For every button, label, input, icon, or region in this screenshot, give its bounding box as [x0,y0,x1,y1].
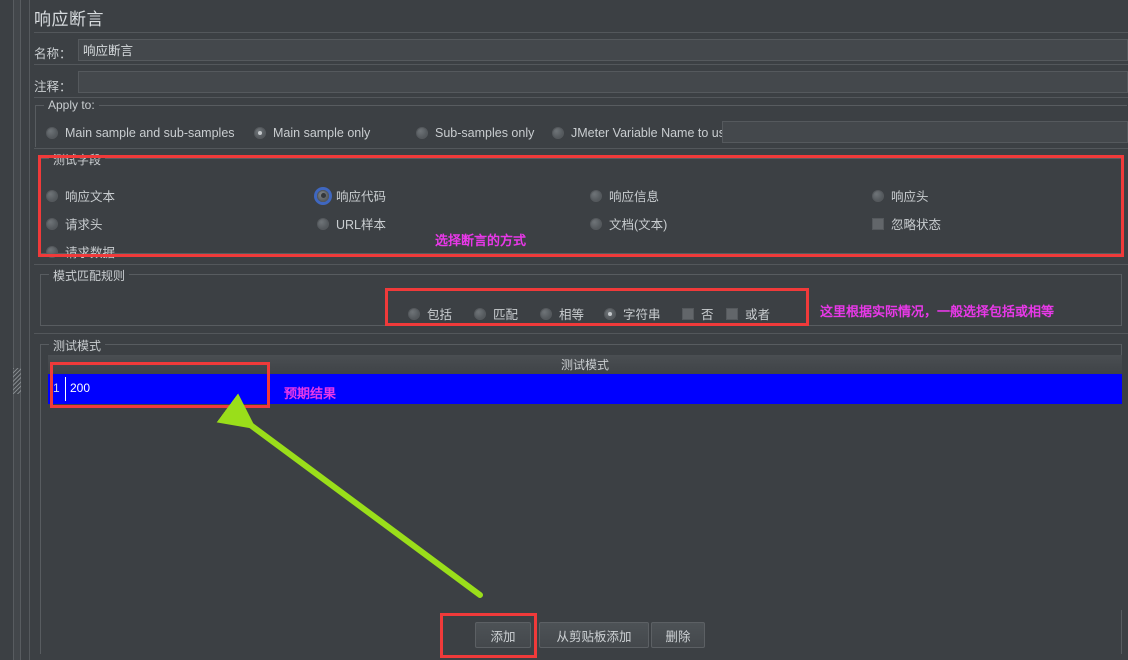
option-label: 文档(文本) [609,218,668,232]
option-label: 请求数据 [65,246,116,260]
option-label: 或者 [745,308,771,322]
option-label: 请求头 [65,218,103,232]
option-label: 相等 [559,308,585,322]
splitter-line-mid [20,0,21,660]
title-divider [34,32,1128,33]
radio-main-sample-only[interactable]: Main sample only [254,126,370,140]
radio-indicator [872,189,884,202]
comment-input[interactable] [78,71,1128,93]
pattern-rules-divider [34,333,1128,334]
page-title: 响应断言 [34,10,104,29]
comment-label: 注释： [34,80,72,94]
checkbox-indicator [726,307,738,320]
radio-indicator [46,127,58,139]
option-label: JMeter Variable Name to use [571,126,732,140]
splitter-line-left [13,0,14,660]
radio-indicator [540,307,552,320]
delete-button[interactable]: 删除 [651,622,705,648]
option-label: 响应文本 [65,190,116,204]
radio-indicator [604,307,616,320]
radio-substring[interactable]: 字符串 [604,304,661,323]
option-label: 包括 [427,308,453,322]
radio-indicator [590,189,602,202]
checkbox-indicator [682,307,694,320]
radio-indicator [416,127,428,139]
test-field-group: 测试字段 [40,151,1122,254]
test-field-divider [34,264,1128,265]
vertical-splitter[interactable] [0,0,34,660]
radio-indicator [408,307,420,320]
annotation-pattern-rule-hint: 这里根据实际情况，一般选择包括或相等 [820,304,1055,319]
checkbox-or[interactable]: 或者 [726,304,770,323]
jmeter-variable-name-input[interactable] [722,121,1128,143]
radio-sub-samples-only[interactable]: Sub-samples only [416,126,534,140]
option-label: URL样本 [336,218,387,232]
radio-main-sample-and-sub-samples[interactable]: Main sample and sub-samples [46,126,235,140]
radio-document-text[interactable]: 文档(文本) [590,214,667,233]
splitter-line-right [29,0,30,660]
annotation-expected-result: 预期结果 [284,386,337,401]
radio-indicator [46,245,58,258]
checkbox-not[interactable]: 否 [682,304,714,323]
radio-request-data[interactable]: 请求数据 [46,242,115,261]
add-button[interactable]: 添加 [475,622,531,648]
radio-response-code[interactable]: 响应代码 [317,186,386,205]
radio-indicator [254,127,266,139]
name-divider [34,64,1128,65]
test-patterns-legend: 测试模式 [49,337,106,354]
radio-jmeter-variable-name-to-use[interactable]: JMeter Variable Name to use [552,126,732,140]
checkbox-indicator [872,217,884,230]
radio-contains[interactable]: 包括 [408,304,452,323]
add-from-clipboard-button[interactable]: 从剪贴板添加 [539,622,649,648]
radio-indicator [317,217,329,230]
table-cell-value[interactable]: 200 [70,381,90,395]
radio-indicator [46,217,58,230]
test-field-legend: 测试字段 [49,151,106,168]
radio-indicator [474,307,486,320]
option-label: Sub-samples only [435,126,535,140]
annotation-select-assertion-method: 选择断言的方式 [435,233,527,248]
radio-response-text[interactable]: 响应文本 [46,186,115,205]
radio-indicator [46,189,58,202]
option-label: Main sample only [273,126,371,140]
name-label: 名称： [34,47,72,61]
option-label: 忽略状态 [891,218,942,232]
test-patterns-table-body[interactable] [48,374,1122,610]
response-assertion-panel: 响应断言 名称： 响应断言 注释： Apply to: Main sample … [34,0,1128,660]
pattern-rules-legend: 模式匹配规则 [49,267,130,284]
table-row[interactable] [48,374,1122,404]
table-row-index: 1 [53,381,60,395]
option-label: 字符串 [623,308,661,322]
checkbox-ignore-status[interactable]: 忽略状态 [872,214,941,233]
option-label: 响应代码 [336,190,387,204]
option-label: Main sample and sub-samples [65,126,235,140]
apply-to-divider [34,148,1128,149]
radio-indicator [590,217,602,230]
radio-indicator [317,189,329,202]
text-caret [65,377,66,401]
radio-equals[interactable]: 相等 [540,304,584,323]
option-label: 响应信息 [609,190,660,204]
splitter-drag-handle[interactable] [13,368,21,394]
option-label: 匹配 [493,308,519,322]
radio-indicator [552,127,564,139]
radio-response-message[interactable]: 响应信息 [590,186,659,205]
option-label: 响应头 [891,190,929,204]
radio-matches[interactable]: 匹配 [474,304,518,323]
name-input[interactable]: 响应断言 [78,39,1128,61]
radio-request-headers[interactable]: 请求头 [46,214,103,233]
apply-to-legend: Apply to: [44,98,99,112]
radio-url-sample[interactable]: URL样本 [317,214,386,233]
option-label: 否 [701,308,714,322]
test-patterns-column-header[interactable]: 测试模式 [48,355,1122,375]
radio-response-headers[interactable]: 响应头 [872,186,929,205]
comment-divider [34,97,1128,98]
